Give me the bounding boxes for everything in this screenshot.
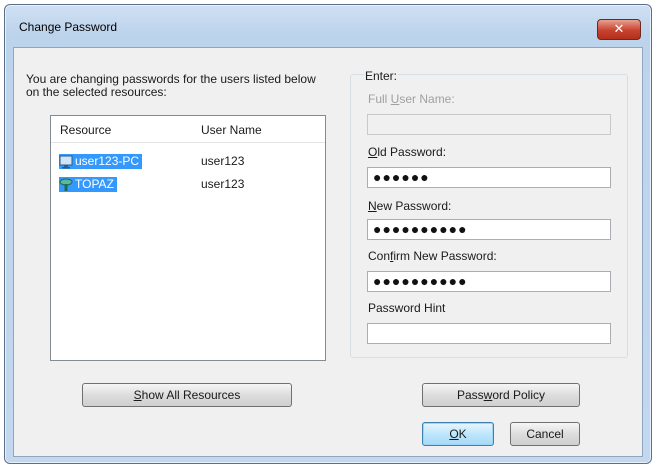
password-hint-label: Password Hint — [368, 301, 446, 315]
column-header-resource[interactable]: Resource — [60, 123, 111, 137]
column-header-user-name[interactable]: User Name — [201, 123, 262, 137]
resource-name: TOPAZ — [75, 177, 114, 191]
list-header: Resource User Name — [51, 116, 325, 143]
user-name-cell: user123 — [201, 177, 245, 191]
intro-text: You are changing passwords for the users… — [26, 72, 316, 99]
password-policy-button[interactable]: Password Policy — [422, 383, 580, 407]
full-user-name-label: Full User Name: — [368, 92, 455, 106]
cancel-button[interactable]: Cancel — [510, 422, 580, 446]
show-all-resources-button[interactable]: Show All Resources — [82, 383, 292, 407]
confirm-password-label: Confirm New Password: — [368, 249, 497, 263]
confirm-password-field[interactable]: ●●●●●●●●●● — [367, 271, 611, 292]
resource-list[interactable]: Resource User Name user123-PC user123 TO… — [50, 115, 326, 361]
close-button[interactable]: ✕ — [597, 19, 641, 40]
window-title: Change Password — [19, 20, 118, 34]
resource-name: user123-PC — [75, 154, 140, 168]
resource-cell[interactable]: user123-PC — [59, 154, 143, 169]
list-row[interactable]: TOPAZ user123 — [51, 177, 325, 193]
close-icon: ✕ — [613, 21, 625, 36]
computer-icon — [59, 155, 73, 169]
change-password-dialog: Change Password ✕ You are changing passw… — [4, 4, 652, 464]
old-password-label: Old Password: — [368, 145, 447, 159]
resource-cell[interactable]: TOPAZ — [59, 177, 117, 192]
full-user-name-field — [367, 114, 611, 135]
old-password-field[interactable]: ●●●●●● — [367, 167, 611, 188]
user-name-cell: user123 — [201, 154, 245, 168]
password-hint-field[interactable] — [367, 323, 611, 344]
enter-group-label: Enter: — [364, 69, 399, 83]
network-share-icon — [59, 178, 73, 192]
new-password-label: New Password: — [368, 199, 452, 213]
title-bar: Change Password ✕ — [5, 5, 651, 40]
new-password-field[interactable]: ●●●●●●●●●● — [367, 219, 611, 240]
dialog-client-area: You are changing passwords for the users… — [13, 47, 643, 457]
ok-button[interactable]: OK — [422, 422, 494, 446]
list-row[interactable]: user123-PC user123 — [51, 154, 325, 170]
